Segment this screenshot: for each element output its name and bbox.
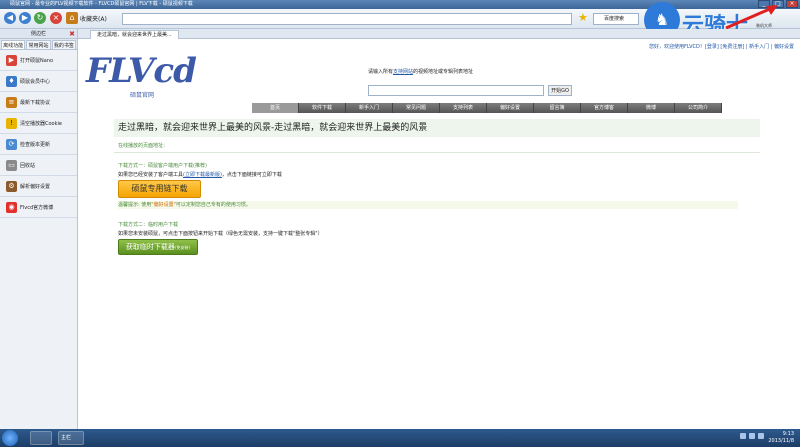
close-button[interactable]: ×: [786, 0, 798, 8]
download-latest-link[interactable]: (立即下载最新版): [183, 172, 222, 178]
nav-item[interactable]: 首页: [252, 103, 299, 113]
nav-item[interactable]: 公司简介: [675, 103, 722, 113]
system-tray: [740, 433, 764, 439]
sidebar-item[interactable]: ≡ 最新下载协议: [0, 92, 77, 113]
sidebar-item-label: 解析偏好设置: [20, 183, 51, 190]
tip-line: 温馨提示: 使用"偏好设置"可以定制您自己专有的使用习惯。: [118, 201, 738, 209]
method1-title: 下载方式一：硕鼠客户端用户下载(推荐): [118, 163, 207, 169]
sidebar-item-label: 硕鼠会员中心: [20, 78, 51, 85]
sidebar-item-label: 打开硕鼠Nano: [20, 57, 54, 64]
temp-downloader-sub: (免安装): [174, 245, 191, 250]
method2-title: 下载方式二：临时用户下载: [118, 222, 179, 228]
sidebar-tabs: 离线功能 常用网站 我的书签: [0, 39, 77, 50]
star-icon[interactable]: ★: [578, 12, 588, 24]
temp-downloader-label: 获取临时下载器: [125, 243, 175, 251]
nav-item[interactable]: 常见问题: [393, 103, 440, 113]
folder-icon: ▭: [6, 159, 17, 171]
stop-icon[interactable]: ×: [50, 12, 62, 24]
url-prompt: 请输入所有支持网站的视频地址或专辑列表地址: [368, 68, 473, 75]
nav-item[interactable]: 偏好设置: [487, 103, 534, 113]
method1-desc: 如果您已经安装了客户端工具(立即下载最新版)，点击下面链接可立即下载: [118, 171, 282, 178]
address-bar[interactable]: [122, 13, 572, 25]
start-button[interactable]: [2, 430, 18, 446]
sidebar-header: 侧边栏 ✖: [0, 29, 77, 39]
sidebar-item-label: 检查版本更新: [20, 141, 51, 148]
volume-icon[interactable]: [749, 433, 755, 439]
tab-strip: 走过黑暗，就会迎来世界上最美...: [78, 29, 800, 39]
ie-taskbar-icon[interactable]: [30, 431, 52, 445]
sidebar-item[interactable]: ! 清空播放器Cookie: [0, 113, 77, 134]
sidebar-title: 侧边栏: [30, 31, 46, 37]
method1-desc-suffix: ，点击下面链接可立即下载: [221, 172, 282, 178]
clock[interactable]: 9:13 2013/11/8: [768, 431, 794, 445]
vip-icon: ♦: [6, 75, 17, 87]
tip-suffix: 可以定制您自己专有的使用习惯。: [175, 202, 251, 208]
browser-tab[interactable]: 走过黑暗，就会迎来世界上最美...: [90, 30, 179, 39]
forward-icon[interactable]: ▶: [19, 12, 31, 24]
sidebar-item-label: 清空播放器Cookie: [20, 120, 62, 127]
network-icon[interactable]: [740, 433, 746, 439]
tab-offline[interactable]: 离线功能: [1, 40, 26, 49]
logo-text: FLVcd: [86, 51, 197, 91]
supported-sites-link[interactable]: 支持网站: [393, 69, 413, 75]
tab-bookmarks[interactable]: 我的书签: [51, 40, 76, 49]
logo-cn: 硕鼠官网: [130, 92, 155, 99]
page-banner: 走过黑暗，就会迎来世界上最美的风景-走过黑暗，就会迎来世界上最美的风景: [114, 119, 760, 137]
method1-desc-prefix: 如果您已经安装了客户端工具: [118, 172, 184, 178]
main-nav: 首页 软件下载 新手入门 常见问题 支持列表 偏好设置 留言簿 官方博客 微博 公司简介: [252, 103, 722, 113]
sidebar: 侧边栏 ✖ 离线功能 常用网站 我的书签 ▶ 打开硕鼠Nano ♦ 硕鼠会员中心 ≡ 最新…: [0, 29, 78, 429]
tip-prefix: 温馨提示: 使用: [118, 202, 152, 208]
close-icon[interactable]: ✖: [69, 29, 75, 39]
warning-icon: !: [6, 117, 17, 129]
nav-item[interactable]: 支持列表: [440, 103, 487, 113]
refresh-icon[interactable]: ↻: [34, 12, 46, 24]
sidebar-item[interactable]: ♦ 硕鼠会员中心: [0, 71, 77, 92]
sidebar-item[interactable]: ◉ Flvcd官方微博: [0, 197, 77, 218]
tab-common-sites[interactable]: 常用网站: [26, 40, 51, 49]
sidebar-item[interactable]: ▭ 回收站: [0, 155, 77, 176]
sidebar-item[interactable]: ⟳ 检查版本更新: [0, 134, 77, 155]
flvcd-logo[interactable]: FLVcd 硕鼠官网: [86, 51, 201, 101]
taskbar: 主栏 9:13 2013/11/8: [0, 429, 800, 447]
sidebar-item-label: 回收站: [20, 162, 36, 169]
clock-time: 9:13: [782, 431, 794, 437]
back-icon[interactable]: ◀: [4, 12, 16, 24]
window-title: 硕鼠官网 - 最专业的FLV视频下载软件 - FLVCD硕鼠官网 | FLV下载…: [10, 1, 193, 7]
clock-date: 2013/11/8: [768, 438, 794, 444]
temp-downloader-button[interactable]: 获取临时下载器(免安装): [118, 239, 198, 255]
start-button[interactable]: 开始GO: [548, 85, 572, 96]
home-icon[interactable]: ⌂: [66, 12, 78, 24]
prompt-prefix: 请输入所有: [368, 69, 394, 75]
prompt-suffix: 的视频地址或专辑列表地址: [413, 69, 474, 75]
video-url-input[interactable]: [368, 85, 544, 96]
app-taskbar-button[interactable]: 主栏: [58, 431, 84, 445]
special-link-download-button[interactable]: 硕鼠专用链下载: [118, 180, 201, 198]
update-icon: ⟳: [6, 138, 17, 150]
settings-icon: ⚙: [6, 180, 17, 192]
online-url-label: 在线播放的页面地址：: [118, 143, 169, 149]
nav-item[interactable]: 微博: [628, 103, 675, 113]
doc-icon: ≡: [6, 96, 17, 108]
flag-icon[interactable]: [758, 433, 764, 439]
nano-icon: ▶: [6, 54, 17, 66]
page-content: 您好，欢迎使用FLVCD！[登录] [免费注册] | 新手入门 | 偏好设置 F…: [78, 39, 800, 429]
method2-desc: 如果您未安装硕鼠，可点击下面按钮来开始下载（绿色无需安装，支持一键下载"整张专辑…: [118, 231, 323, 237]
preferences-link[interactable]: "偏好设置": [151, 202, 176, 208]
nav-item[interactable]: 新手入门: [346, 103, 393, 113]
sidebar-item[interactable]: ⚙ 解析偏好设置: [0, 176, 77, 197]
nav-item[interactable]: 官方博客: [581, 103, 628, 113]
divider: [114, 152, 760, 153]
nav-item[interactable]: 软件下载: [299, 103, 346, 113]
sidebar-item-label: 最新下载协议: [20, 99, 51, 106]
sidebar-item[interactable]: ▶ 打开硕鼠Nano: [0, 50, 77, 71]
favorites-link[interactable]: 收藏夹(A): [80, 14, 107, 23]
top-links[interactable]: 您好，欢迎使用FLVCD！[登录] [免费注册] | 新手入门 | 偏好设置: [649, 43, 794, 50]
nav-item[interactable]: 留言簿: [534, 103, 581, 113]
sidebar-item-label: Flvcd官方微博: [20, 204, 54, 211]
search-engine-box[interactable]: 百度搜索: [593, 13, 639, 25]
red-arrow-icon: [725, 5, 778, 30]
weibo-icon: ◉: [6, 201, 17, 213]
